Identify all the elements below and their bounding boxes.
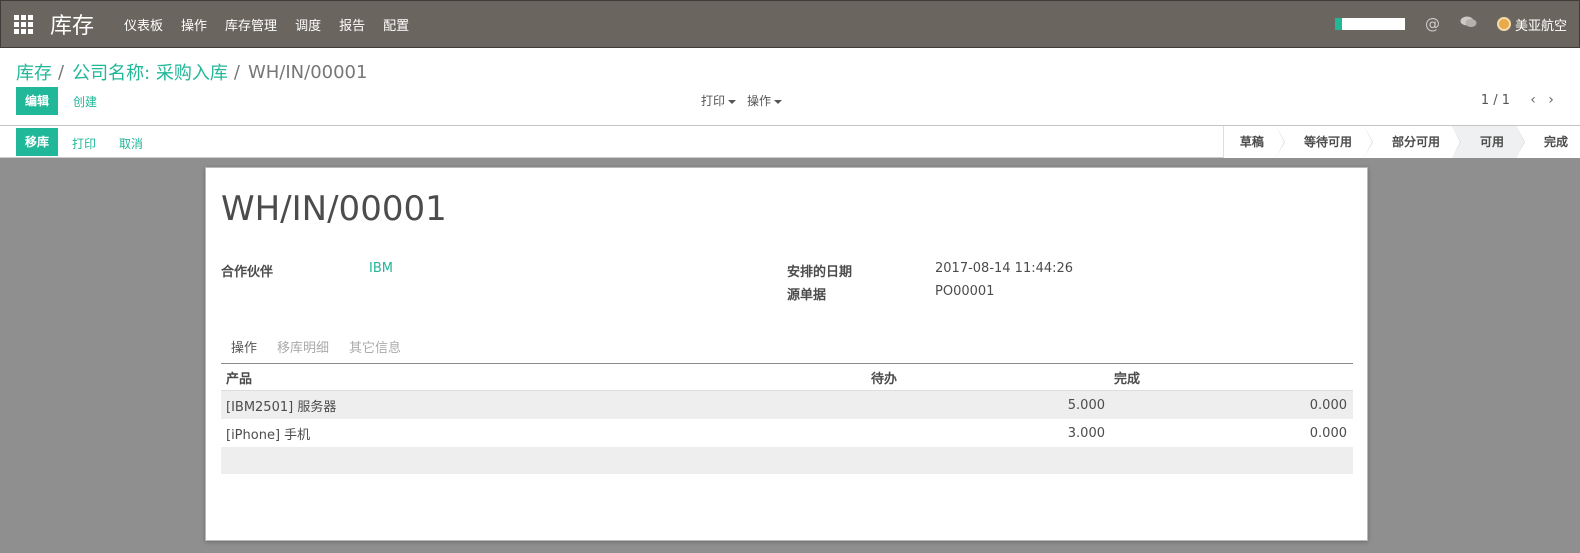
tab-operations[interactable]: 操作 <box>221 338 267 364</box>
cell-done: 0.000 <box>1309 425 1347 441</box>
breadcrumb-current: WH/IN/00001 <box>247 61 368 83</box>
at-icon[interactable]: @ <box>1425 15 1440 33</box>
control-panel: 库存 / 公司名称: 采购入库 / WH/IN/00001 编辑 创建 打印 操… <box>0 48 1580 126</box>
action-dropdown-label: 操作 <box>747 94 772 108</box>
stage-draft[interactable]: 草稿 <box>1223 126 1285 158</box>
menu-item-dashboard[interactable]: 仪表板 <box>124 15 163 34</box>
source-document-label: 源单据 <box>787 288 827 303</box>
menu-item-configuration[interactable]: 配置 <box>383 15 409 34</box>
partner-label: 合作伙伴 <box>221 265 274 280</box>
transfer-button[interactable]: 移库 <box>16 128 59 156</box>
print-dropdown-label: 打印 <box>701 94 726 108</box>
breadcrumb-separator: / <box>58 61 65 83</box>
chevron-left-icon[interactable]: ‹ <box>1524 92 1542 108</box>
pager: 1 / 1 ‹ › <box>1481 92 1560 108</box>
stage-pipeline: 草稿 等待可用 部分可用 可用 完成 <box>1222 126 1580 158</box>
caret-down-icon <box>728 99 737 104</box>
column-header-done[interactable]: 完成 <box>1105 368 1353 387</box>
chat-icon[interactable] <box>1460 15 1477 33</box>
table-row[interactable]: [IBM2501] 服务器 5.000 0.000 <box>221 391 1353 419</box>
navbar-systray: @ 美亚航空 <box>1334 1 1567 47</box>
create-button[interactable]: 创建 <box>73 93 97 110</box>
breadcrumb-receipts[interactable]: 公司名称: 采购入库 <box>72 59 228 85</box>
source-document-value: PO00001 <box>935 284 995 299</box>
cancel-button[interactable]: 取消 <box>119 135 143 152</box>
chevron-right-icon[interactable]: › <box>1542 92 1560 108</box>
avatar <box>1496 17 1511 31</box>
menu-item-schedule[interactable]: 调度 <box>295 15 321 34</box>
table-row[interactable]: [iPhone] 手机 3.000 0.000 <box>221 419 1353 447</box>
breadcrumb: 库存 / 公司名称: 采购入库 / WH/IN/00001 <box>16 59 367 85</box>
column-header-product[interactable]: 产品 <box>221 368 871 387</box>
cell-product: [iPhone] 手机 <box>226 427 311 443</box>
form-statusbar: 移库 打印 取消 草稿 等待可用 部分可用 可用 完成 <box>0 126 1580 158</box>
tab-detailed-operations[interactable]: 移库明细 <box>267 338 339 364</box>
user-menu[interactable]: 美亚航空 <box>1496 15 1567 34</box>
app-brand: 库存 <box>50 14 95 39</box>
top-navbar: 库存 仪表板 操作 库存管理 调度 报告 配置 @ 美亚航空 <box>0 0 1580 48</box>
cell-done: 0.000 <box>1309 397 1347 413</box>
scheduled-date-label: 安排的日期 <box>787 265 853 280</box>
cell-todo: 5.000 <box>1067 397 1105 413</box>
tab-additional-info[interactable]: 其它信息 <box>339 338 411 364</box>
empty-table-row <box>221 447 1353 474</box>
breadcrumb-separator: / <box>233 61 240 83</box>
apps-menu-icon[interactable] <box>14 13 36 35</box>
table-header: 产品 待办 完成 <box>221 365 1353 391</box>
action-dropdown[interactable]: 操作 <box>747 92 783 109</box>
cell-todo: 3.000 <box>1067 425 1105 441</box>
breadcrumb-inventory[interactable]: 库存 <box>16 59 52 85</box>
column-header-todo[interactable]: 待办 <box>871 368 1105 387</box>
stage-partially-available[interactable]: 部分可用 <box>1363 126 1461 158</box>
cell-product: [IBM2501] 服务器 <box>226 399 337 415</box>
stage-available[interactable]: 可用 <box>1451 126 1526 158</box>
stage-done[interactable]: 完成 <box>1515 126 1580 158</box>
record-title: WH/IN/00001 <box>221 189 447 229</box>
scheduled-date-value: 2017-08-14 11:44:26 <box>935 261 1074 276</box>
user-name: 美亚航空 <box>1514 18 1567 34</box>
stage-waiting[interactable]: 等待可用 <box>1275 126 1373 158</box>
menu-item-operations[interactable]: 操作 <box>181 15 207 34</box>
menu-item-reports[interactable]: 报告 <box>339 15 365 34</box>
partner-link[interactable]: IBM <box>369 261 393 276</box>
action-dropdowns: 打印 操作 <box>701 92 793 109</box>
menu-item-inventory-control[interactable]: 库存管理 <box>225 15 277 34</box>
form-sheet: WH/IN/00001 合作伙伴 IBM 安排的日期 2017-08-14 11… <box>205 167 1368 541</box>
edit-button[interactable]: 编辑 <box>16 87 59 115</box>
pager-value[interactable]: 1 / 1 <box>1481 93 1510 108</box>
print-button[interactable]: 打印 <box>72 135 96 152</box>
progress-bar[interactable] <box>1334 18 1405 30</box>
caret-down-icon <box>774 99 783 104</box>
operations-table: 产品 待办 完成 [IBM2501] 服务器 5.000 0.000 [iPho… <box>221 365 1353 474</box>
notebook-tabs: 操作 移库明细 其它信息 <box>221 338 1353 364</box>
print-dropdown[interactable]: 打印 <box>701 92 737 109</box>
